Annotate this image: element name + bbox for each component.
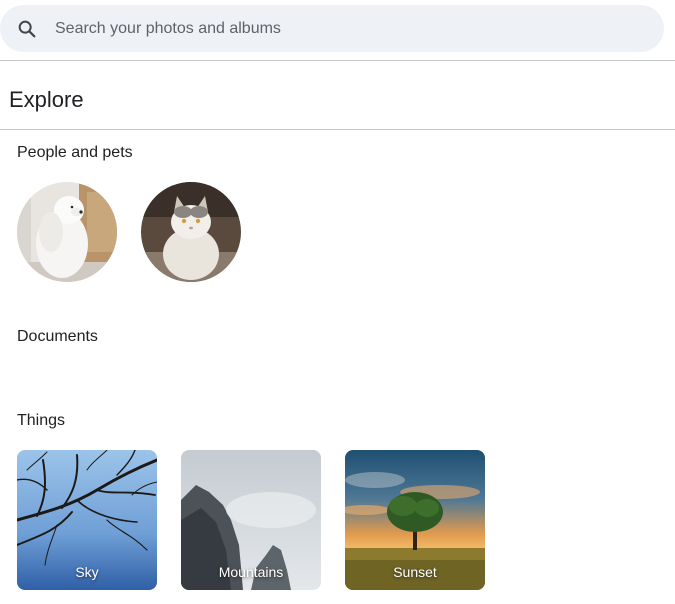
thing-card-sky[interactable]: Sky: [17, 450, 157, 590]
title-divider: [0, 129, 675, 130]
explore-page: Explore People and pets: [0, 0, 675, 604]
cat-photo: [141, 182, 241, 282]
search-input[interactable]: [55, 5, 664, 52]
section-title-documents[interactable]: Documents: [17, 328, 98, 346]
thing-card-sunset[interactable]: Sunset: [345, 450, 485, 590]
person-thumbnail-cat[interactable]: [141, 182, 241, 282]
search-bar[interactable]: [0, 5, 664, 52]
section-title-people[interactable]: People and pets: [17, 144, 133, 162]
dog-photo: [17, 182, 117, 282]
person-thumbnail-dog[interactable]: [17, 182, 117, 282]
thing-label-sunset: Sunset: [393, 564, 437, 580]
thing-label-mountains: Mountains: [218, 564, 284, 580]
section-title-things[interactable]: Things: [17, 412, 65, 430]
search-icon[interactable]: [16, 18, 38, 40]
page-title: Explore: [9, 87, 84, 112]
thing-card-mountains[interactable]: Mountains: [181, 450, 321, 590]
header-divider: [0, 60, 675, 61]
thing-label-sky: Sky: [75, 564, 99, 580]
